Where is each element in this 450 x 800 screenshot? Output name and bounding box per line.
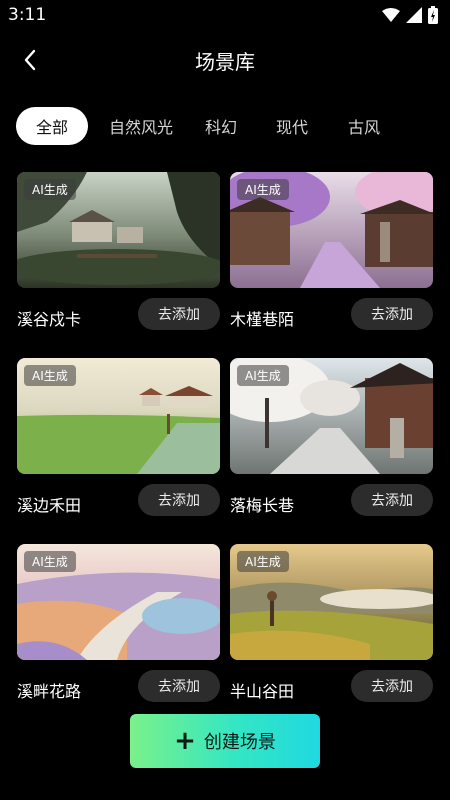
create-scene-label: 创建场景 (203, 732, 276, 753)
battery-icon (428, 6, 438, 24)
page-title: 场景库 (195, 50, 255, 74)
category-tabs: 全部 自然风光 科幻 现代 古风 (16, 106, 434, 146)
status-time: 3:11 (8, 5, 47, 25)
tab-nature[interactable]: 自然风光 (92, 107, 190, 145)
ai-generated-badge: AI生成 (237, 365, 289, 386)
tab-all[interactable]: 全部 (16, 107, 88, 145)
tab-modern[interactable]: 现代 (262, 107, 322, 145)
ai-generated-badge: AI生成 (237, 179, 289, 200)
create-scene-button[interactable]: + 创建场景 (130, 714, 320, 768)
scene-title: 半山谷田 (230, 682, 295, 701)
add-scene-button[interactable]: 去添加 (138, 670, 220, 702)
scene-title: 溪畔花路 (17, 682, 82, 701)
ai-generated-badge: AI生成 (237, 551, 289, 572)
scene-title: 溪边禾田 (17, 496, 82, 515)
scene-title: 木槿巷陌 (230, 310, 295, 329)
wifi-icon (382, 8, 400, 22)
scene-title: 溪谷戍卡 (17, 310, 82, 329)
add-scene-button[interactable]: 去添加 (138, 484, 220, 516)
ai-generated-badge: AI生成 (24, 179, 76, 200)
header: 场景库 (0, 36, 450, 84)
ai-generated-badge: AI生成 (24, 551, 76, 572)
tab-ancient[interactable]: 古风 (334, 107, 394, 145)
status-bar: 3:11 (0, 0, 450, 32)
tab-scifi[interactable]: 科幻 (192, 107, 250, 145)
add-scene-button[interactable]: 去添加 (138, 298, 220, 330)
add-scene-button[interactable]: 去添加 (351, 670, 433, 702)
ai-generated-badge: AI生成 (24, 365, 76, 386)
plus-icon: + (174, 726, 196, 756)
cellular-signal-icon (406, 7, 422, 23)
status-icons (382, 6, 438, 24)
add-scene-button[interactable]: 去添加 (351, 298, 433, 330)
scene-title: 落梅长巷 (230, 496, 295, 515)
add-scene-button[interactable]: 去添加 (351, 484, 433, 516)
